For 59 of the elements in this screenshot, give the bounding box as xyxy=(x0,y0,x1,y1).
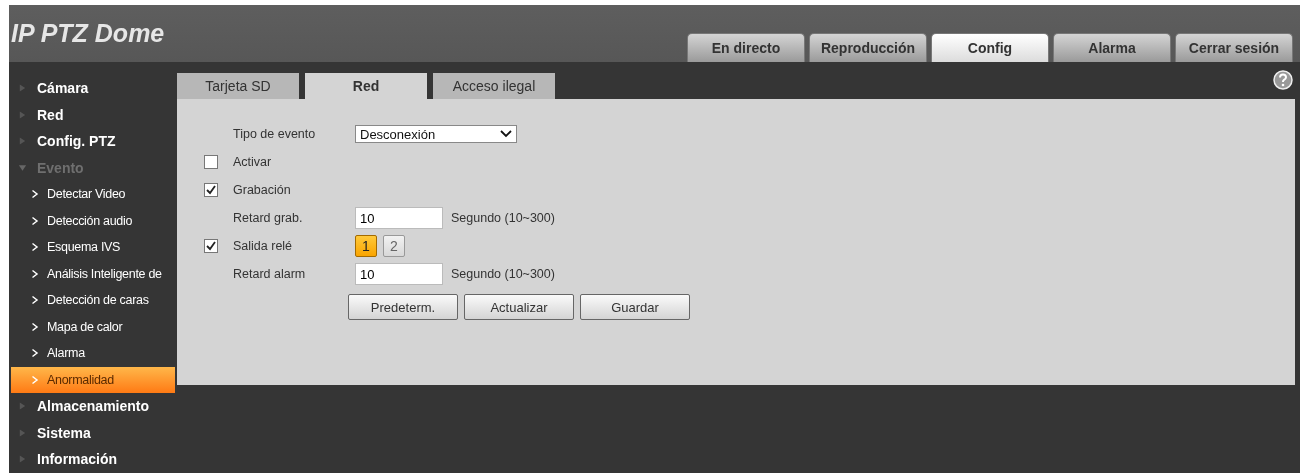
sidebar-item[interactable]: Red xyxy=(9,101,175,128)
sub-tab[interactable]: Acceso ilegal xyxy=(433,73,555,99)
field-label: Grabación xyxy=(233,183,292,197)
triangle-right-icon xyxy=(18,401,27,412)
help-icon[interactable] xyxy=(1273,70,1293,90)
triangle-right-icon xyxy=(18,136,27,147)
triangle-right-icon xyxy=(18,427,27,438)
nav-tab[interactable]: Cerrar sesión xyxy=(1175,33,1293,62)
chevron-right-icon xyxy=(31,242,39,253)
input-field[interactable]: 10 xyxy=(355,263,443,285)
event-type-dropdown[interactable]: Desconexión xyxy=(355,125,517,143)
sidebar-subitem[interactable]: Anormalidad xyxy=(11,366,175,393)
sidebar-item[interactable]: Config. PTZ xyxy=(9,128,175,155)
sub-tab[interactable]: Tarjeta SD xyxy=(177,73,299,99)
range-hint: Segundo (10~300) xyxy=(451,211,555,225)
sidebar-item[interactable]: Almacenamiento xyxy=(9,393,175,420)
triangle-right-icon xyxy=(18,109,27,120)
checkbox[interactable] xyxy=(204,155,218,169)
sidebar-subitem[interactable]: Detección de caras xyxy=(11,287,175,314)
chevron-right-icon xyxy=(31,215,39,226)
field-label: Activar xyxy=(233,155,273,169)
product-title: IP PTZ Dome xyxy=(11,19,165,48)
sidebar-item[interactable]: Sistema xyxy=(9,419,175,446)
sidebar-subitem[interactable]: Detectar Video xyxy=(11,181,175,208)
checkbox[interactable] xyxy=(204,239,218,253)
chevron-right-icon xyxy=(31,268,39,279)
sidebar-subitem[interactable]: Alarma xyxy=(11,340,175,367)
nav-tab[interactable]: Reproducción xyxy=(809,33,927,62)
relay-output-button[interactable]: 1 xyxy=(355,235,377,257)
field-label: Retard alarm xyxy=(233,267,307,281)
action-button[interactable]: Predeterm. xyxy=(348,294,458,320)
sidebar-subitem[interactable]: Detección audio xyxy=(11,207,175,234)
input-field[interactable]: 10 xyxy=(355,207,443,229)
sidebar-subitem[interactable]: Análisis Inteligente de xyxy=(11,260,175,287)
range-hint: Segundo (10~300) xyxy=(451,267,555,281)
nav-tab[interactable]: Alarma xyxy=(1053,33,1171,62)
action-button[interactable]: Guardar xyxy=(580,294,690,320)
triangle-right-icon xyxy=(18,83,27,94)
nav-tab[interactable]: Config xyxy=(931,33,1049,62)
sidebar-item[interactable]: Información xyxy=(9,446,175,473)
chevron-right-icon xyxy=(31,295,39,306)
nav-tab[interactable]: En directo xyxy=(687,33,805,62)
triangle-right-icon xyxy=(18,454,27,465)
relay-output-button[interactable]: 2 xyxy=(383,235,405,257)
chevron-right-icon xyxy=(31,189,39,200)
triangle-down-icon xyxy=(18,162,27,173)
field-label: Salida relé xyxy=(233,239,294,253)
field-label: Retard grab. xyxy=(233,211,304,225)
chevron-right-icon xyxy=(31,348,39,359)
checkbox[interactable] xyxy=(204,183,218,197)
action-button[interactable]: Actualizar xyxy=(464,294,574,320)
sidebar-subitem[interactable]: Mapa de calor xyxy=(11,313,175,340)
chevron-right-icon xyxy=(31,321,39,332)
sidebar-item[interactable]: Cámara xyxy=(9,75,175,102)
sidebar-subitem[interactable]: Esquema IVS xyxy=(11,234,175,261)
chevron-down-icon xyxy=(500,130,512,138)
sub-tab[interactable]: Red xyxy=(305,73,427,99)
field-label: Tipo de evento xyxy=(233,127,317,141)
chevron-right-icon xyxy=(31,374,39,385)
